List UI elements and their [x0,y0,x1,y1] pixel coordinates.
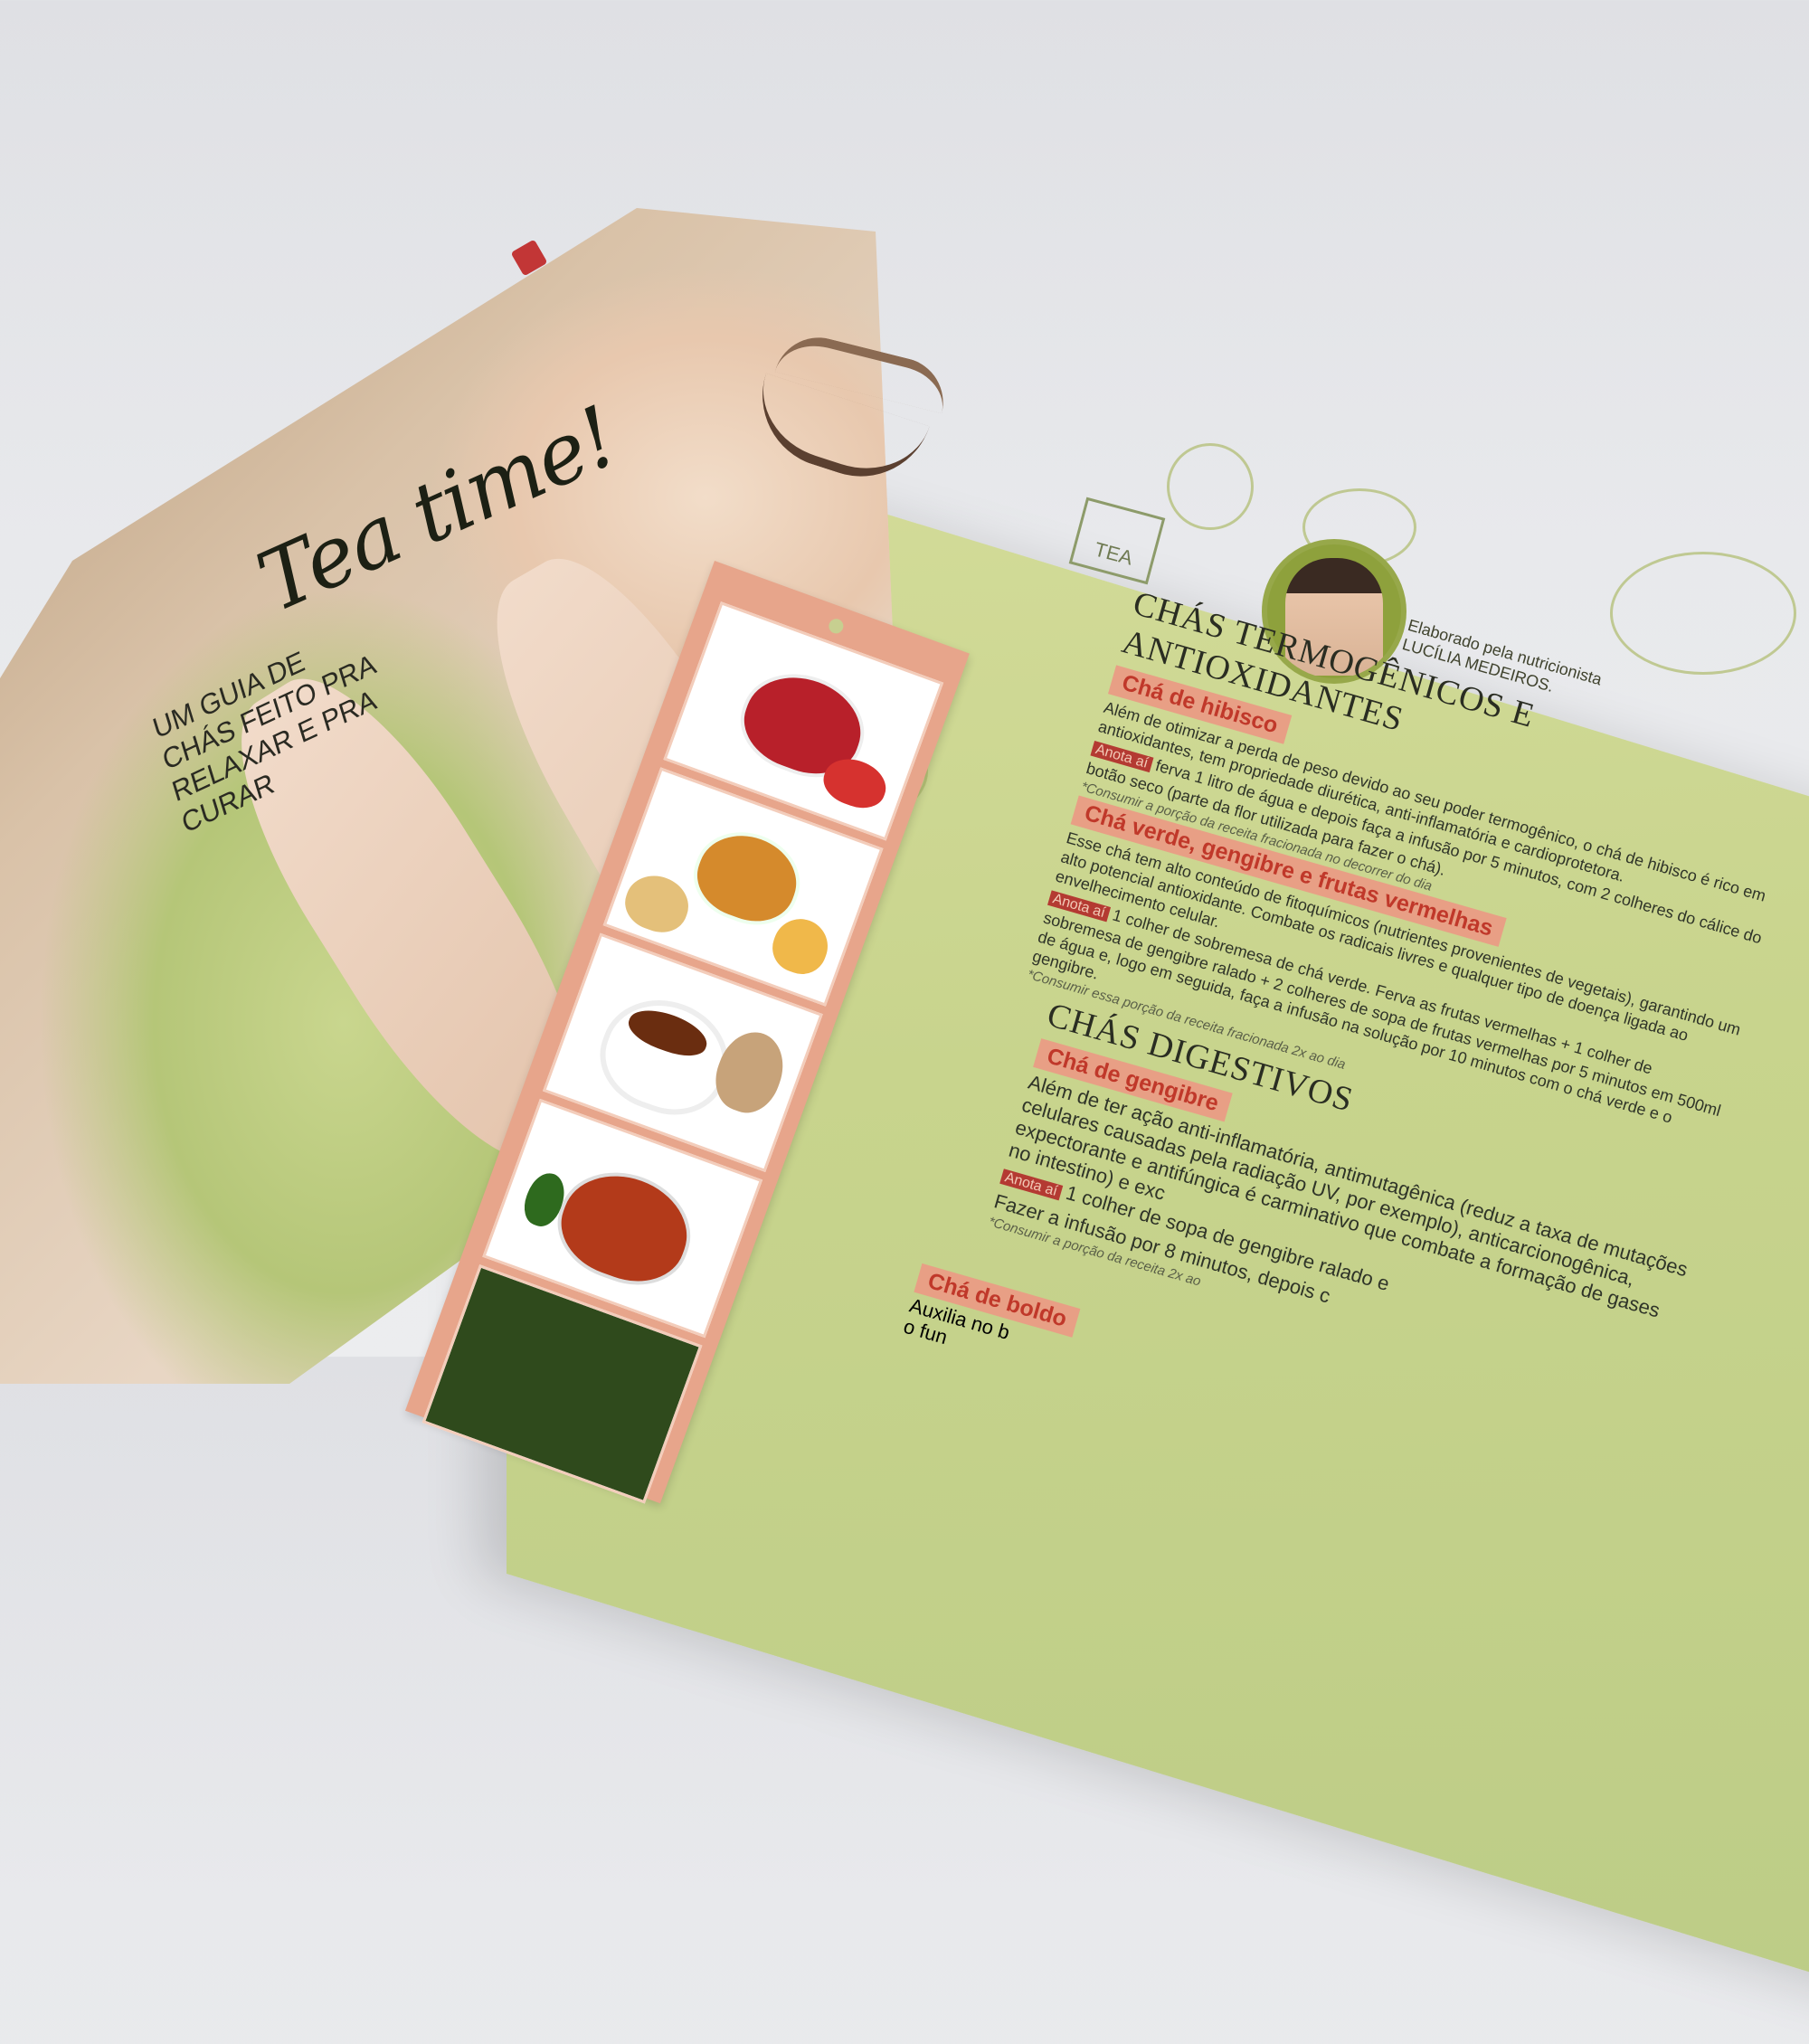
leaf-illustration [1167,443,1254,530]
magazine-photo: Tea time! UM GUIA DE CHÁS FEITO PRA RELA… [0,0,1809,2044]
tea-tag-icon: TEA [1068,497,1166,585]
bookmark-hole [827,617,846,636]
citrus-slice-illustration [1610,552,1796,675]
